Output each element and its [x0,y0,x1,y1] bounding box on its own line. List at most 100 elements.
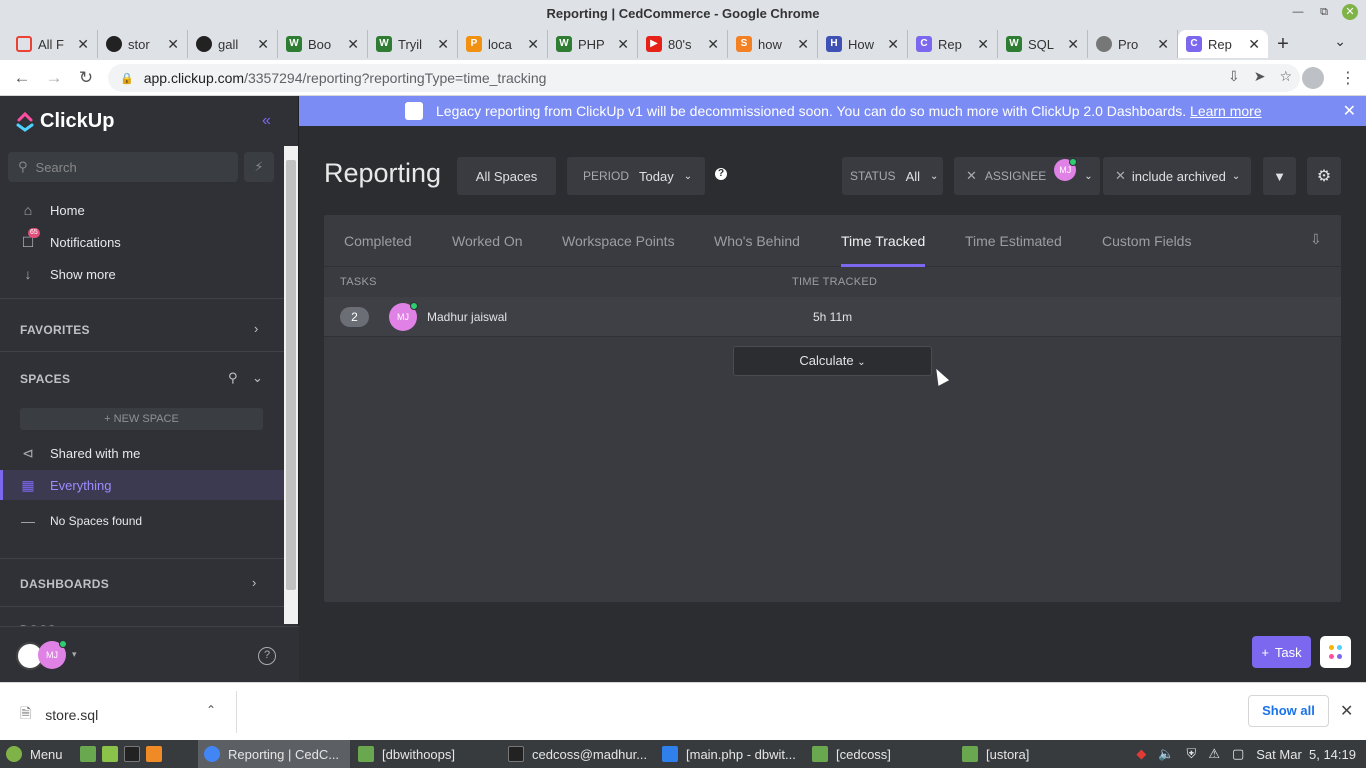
clock[interactable]: Sat Mar 5, 14:19 [1256,747,1356,762]
new-tab-icon[interactable]: + [1268,30,1298,58]
learn-more-link[interactable]: Learn more [1190,103,1262,119]
browser-tab[interactable]: stor ✕ [98,30,188,58]
period-dropdown[interactable]: PERIOD Today ⌄ [567,157,705,195]
clear-x-icon[interactable]: ✕ [966,168,977,184]
browser-tab[interactable]: W Tryil ✕ [368,30,458,58]
tab-time-tracked[interactable]: Time Tracked [841,233,925,249]
start-menu-button[interactable]: Menu [0,740,69,768]
forward-icon[interactable]: → [38,62,70,94]
favorites-header[interactable]: FAVORITES [20,323,90,337]
taskbar-item[interactable]: [cedcoss] [806,740,897,768]
scrollbar-thumb[interactable] [286,160,296,590]
calculate-dropdown[interactable]: Calculate ⌄ [733,346,932,376]
sidebar-item-show-more[interactable]: ↓ Show more [20,266,116,282]
caret-down-icon[interactable]: ▾ [72,649,77,660]
tab-close-icon[interactable]: ✕ [977,36,989,53]
chevron-right-icon[interactable]: › [252,575,256,590]
search-spaces-icon[interactable]: ⚲ [228,370,238,386]
tab-search-chevron-icon[interactable]: ⌄ [1334,33,1346,50]
tab-close-icon[interactable]: ✕ [617,36,629,53]
add-task-button[interactable]: + Task [1252,636,1311,668]
close-icon[interactable]: ✕ [1343,101,1356,121]
avatar[interactable]: MJ [38,640,67,669]
chevron-up-icon[interactable]: ⌃ [206,703,216,717]
chevron-down-icon[interactable]: ⌄ [252,370,263,386]
browser-tab-active[interactable]: C Rep ✕ [1178,30,1268,58]
browser-tab[interactable]: W PHP ✕ [548,30,638,58]
taskbar-item[interactable]: [main.php - dbwit... [656,740,802,768]
collapse-sidebar-icon[interactable]: « [262,112,271,130]
tab-close-icon[interactable]: ✕ [707,36,719,53]
tab-workspace-points[interactable]: Workspace Points [562,233,675,249]
install-icon[interactable]: ⇩ [1228,68,1240,85]
tab-completed[interactable]: Completed [344,233,412,249]
assignee-dropdown[interactable]: ✕ ASSIGNEE MJ ⌄ [954,157,1100,195]
profile-icon[interactable] [1302,67,1324,89]
tab-close-icon[interactable]: ✕ [167,36,179,53]
clickup-logo[interactable]: ClickUp [16,110,114,133]
taskbar-item[interactable]: [ustora] [956,740,1035,768]
tab-whos-behind[interactable]: Who's Behind [714,233,800,249]
taskbar-item[interactable]: Reporting | CedC... [198,740,350,768]
browser-tab[interactable]: All F ✕ [8,30,98,58]
sidebar-item-home[interactable]: ⌂ Home [20,202,85,218]
include-archived-dropdown[interactable]: ✕ include archived ⌄ [1103,157,1251,195]
bookmark-star-icon[interactable]: ☆ [1279,68,1292,85]
tab-close-icon[interactable]: ✕ [77,36,89,53]
send-icon[interactable]: ➤ [1254,68,1266,85]
tab-close-icon[interactable]: ✕ [257,36,269,53]
tab-close-icon[interactable]: ✕ [1157,36,1169,53]
show-all-button[interactable]: Show all [1248,695,1329,727]
filter-icon[interactable]: ▼ [1263,157,1296,195]
browser-tab[interactable]: W Boo ✕ [278,30,368,58]
terminal-icon[interactable] [124,746,140,762]
new-space-button[interactable]: + NEW SPACE [20,408,263,430]
tab-close-icon[interactable]: ✕ [527,36,539,53]
anydesk-icon[interactable]: ◆ [1136,746,1146,762]
shield-icon[interactable]: ⛨ [1187,746,1197,762]
browser-tab[interactable]: Show ✕ [728,30,818,58]
gear-icon[interactable]: ⚙ [1307,157,1341,195]
browser-tab[interactable]: H How ✕ [818,30,908,58]
spaces-header[interactable]: SPACES [20,372,70,386]
folder-icon[interactable] [102,746,118,762]
sidebar-search-input[interactable]: ⚲ Search [8,152,238,182]
warning-icon[interactable]: ⚠ [1208,746,1220,762]
reload-icon[interactable]: ↻ [70,62,102,94]
tab-close-icon[interactable]: ✕ [797,36,809,53]
chevron-right-icon[interactable]: › [254,321,258,336]
taskbar-item[interactable]: cedcoss@madhur... [502,740,653,768]
sidebar-scrollbar[interactable] [284,146,298,624]
tab-worked-on[interactable]: Worked On [452,233,523,249]
sidebar-item-everything[interactable]: ▦ Everything [20,477,111,494]
tab-time-estimated[interactable]: Time Estimated [965,233,1062,249]
taskbar-item[interactable]: [dbwithoops] [352,740,461,768]
browser-tab[interactable]: Ploca ✕ [458,30,548,58]
browser-tab[interactable]: W SQL ✕ [998,30,1088,58]
kebab-menu-icon[interactable]: ⋮ [1340,68,1356,88]
back-icon[interactable]: ← [6,62,38,94]
window-icon[interactable]: ▢ [1232,746,1244,762]
tab-close-icon[interactable]: ✕ [347,36,359,53]
browser-tab[interactable]: gall ✕ [188,30,278,58]
minimize-icon[interactable]: — [1290,4,1306,20]
browser-tab[interactable]: C Rep ✕ [908,30,998,58]
sidebar-item-notifications[interactable]: ☐ 65 Notifications [20,228,121,251]
help-icon[interactable]: ? [258,647,276,665]
close-icon[interactable]: ✕ [1340,701,1353,721]
desktop-icon[interactable] [80,746,96,762]
lightning-icon[interactable]: ⚡ [244,152,274,182]
tab-close-icon[interactable]: ✕ [437,36,449,53]
all-spaces-dropdown[interactable]: All Spaces [457,157,556,195]
maximize-icon[interactable]: ⧉ [1316,4,1332,20]
browser-tab[interactable]: Pro ✕ [1088,30,1178,58]
sidebar-item-shared[interactable]: ⊲ Shared with me [20,445,140,462]
close-window-icon[interactable]: ✕ [1342,4,1358,20]
tab-custom-fields[interactable]: Custom Fields [1102,233,1191,249]
download-item[interactable]: 🗎 store.sql [20,703,98,727]
status-dropdown[interactable]: STATUS All ⌄ [842,157,943,195]
tab-close-icon[interactable]: ✕ [1248,36,1260,53]
browser-tab[interactable]: ▶ 80's ✕ [638,30,728,58]
table-row[interactable]: 2 MJ Madhur jaiswal 5h 11m [324,297,1341,337]
clear-x-icon[interactable]: ✕ [1115,168,1126,184]
